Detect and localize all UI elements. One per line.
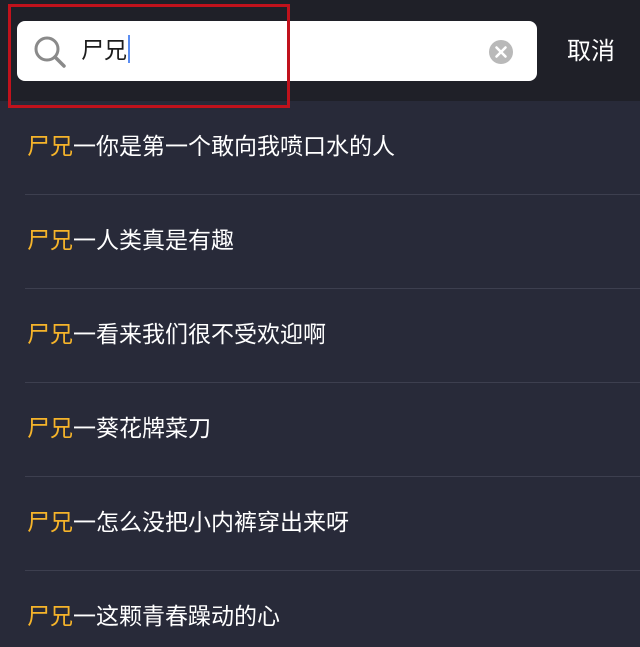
clear-icon[interactable]	[489, 40, 513, 64]
suggestion-text: 尸兄一你是第一个敢向我喷口水的人	[27, 130, 395, 164]
suggestion-title: 一看来我们很不受欢迎啊	[73, 322, 326, 348]
suggestion-text: 尸兄一这颗青春躁动的心	[27, 600, 280, 634]
suggestion-item[interactable]: 尸兄一人类真是有趣	[25, 195, 640, 289]
suggestion-text: 尸兄一看来我们很不受欢迎啊	[27, 318, 326, 352]
cancel-button[interactable]: 取消	[556, 32, 626, 70]
search-input[interactable]: 尸兄	[81, 31, 461, 71]
suggestion-text: 尸兄一怎么没把小内裤穿出来呀	[27, 506, 349, 540]
suggestion-item[interactable]: 尸兄一葵花牌菜刀	[25, 383, 640, 477]
suggestion-title: 一怎么没把小内裤穿出来呀	[73, 510, 349, 536]
suggestion-keyword: 尸兄	[27, 228, 73, 254]
suggestion-keyword: 尸兄	[27, 604, 73, 630]
suggestion-keyword: 尸兄	[27, 416, 73, 442]
suggestion-text: 尸兄一人类真是有趣	[27, 224, 234, 258]
suggestion-keyword: 尸兄	[27, 322, 73, 348]
search-bar: 尸兄 取消	[0, 0, 640, 101]
suggestion-keyword: 尸兄	[27, 134, 73, 160]
suggestion-text: 尸兄一葵花牌菜刀	[27, 412, 211, 446]
suggestion-title: 一你是第一个敢向我喷口水的人	[73, 134, 395, 160]
suggestion-item[interactable]: 尸兄一怎么没把小内裤穿出来呀	[25, 477, 640, 571]
suggestion-keyword: 尸兄	[27, 510, 73, 536]
search-icon	[34, 36, 66, 68]
text-caret	[128, 35, 130, 63]
suggestion-item[interactable]: 尸兄一你是第一个敢向我喷口水的人	[25, 101, 640, 195]
search-input-value: 尸兄	[81, 38, 127, 64]
suggestion-item[interactable]: 尸兄一看来我们很不受欢迎啊	[25, 289, 640, 383]
suggestion-title: 一人类真是有趣	[73, 228, 234, 254]
suggestion-title: 一这颗青春躁动的心	[73, 604, 280, 630]
suggestion-item[interactable]: 尸兄一这颗青春躁动的心	[25, 571, 640, 647]
search-suggestion-list: 尸兄一你是第一个敢向我喷口水的人 尸兄一人类真是有趣 尸兄一看来我们很不受欢迎啊…	[0, 101, 640, 647]
suggestion-title: 一葵花牌菜刀	[73, 416, 211, 442]
search-box[interactable]: 尸兄	[17, 21, 537, 81]
